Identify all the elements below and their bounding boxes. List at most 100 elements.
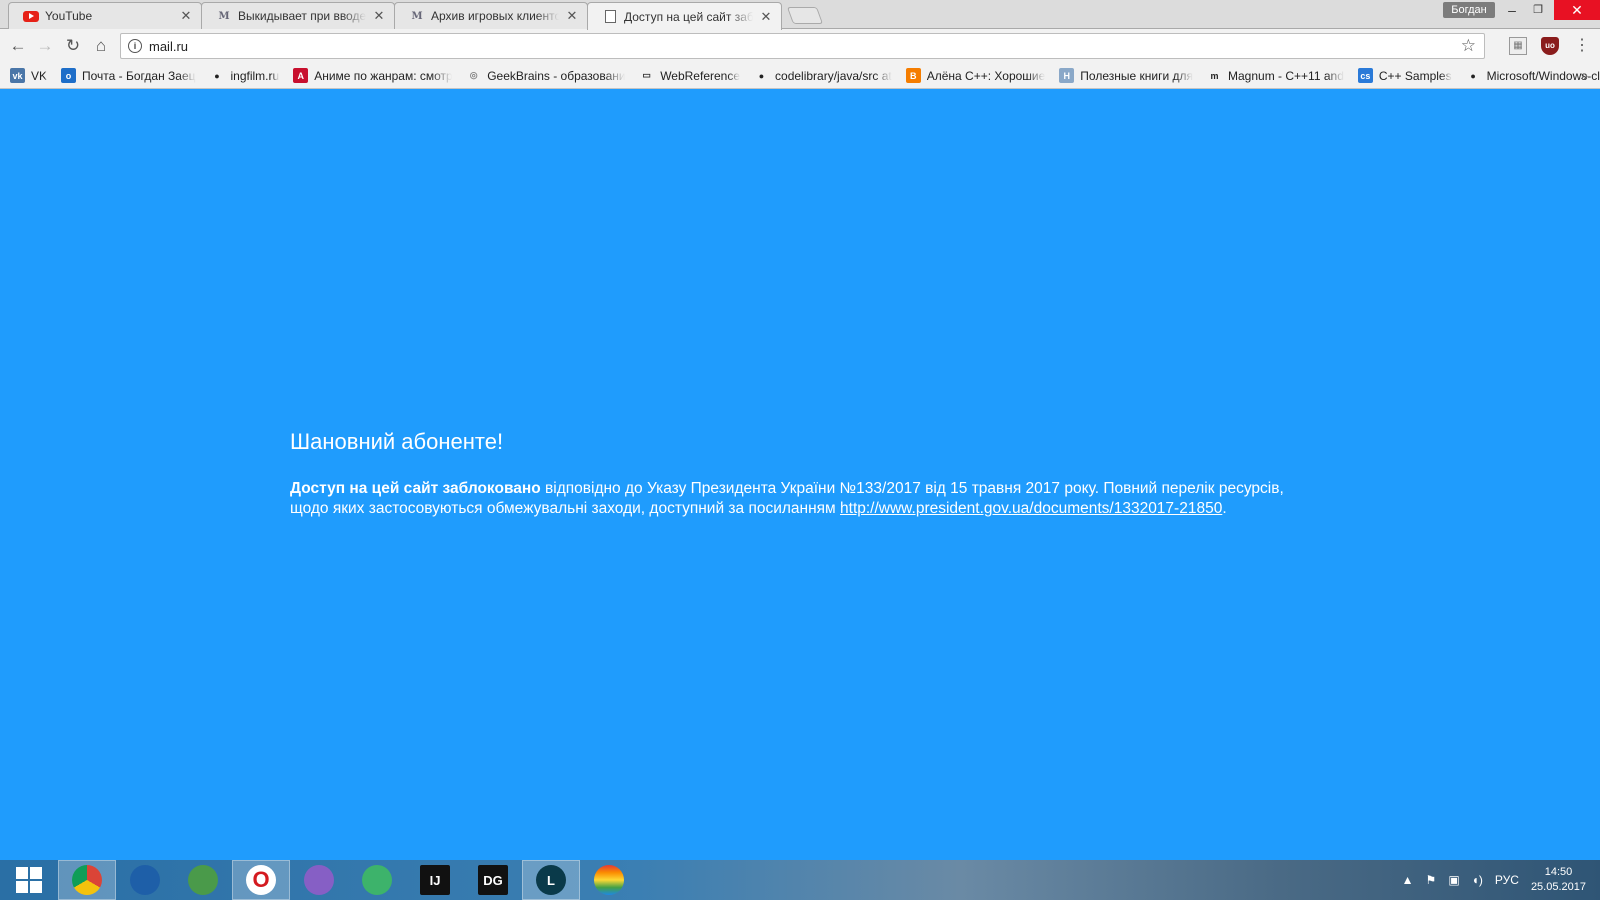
window-close-icon[interactable]: ✕ bbox=[1554, 0, 1600, 20]
cs-icon: cs bbox=[1357, 68, 1373, 83]
bookmark-label: codelibrary/java/src at bbox=[775, 68, 892, 83]
blogger-icon: B bbox=[905, 68, 921, 83]
taskbar-app-game[interactable] bbox=[580, 860, 638, 900]
url-text[interactable]: mail.ru bbox=[149, 39, 1461, 54]
taskbar-app-atom[interactable] bbox=[348, 860, 406, 900]
tab-strip: YouTube ✕ M Выкидывает при вводе ✕ M Арх… bbox=[0, 0, 1600, 30]
bookmark-label: WebReference bbox=[660, 68, 741, 83]
bookmark-item[interactable]: vk VK bbox=[10, 68, 47, 83]
bookmark-item[interactable]: A Аниме по жанрам: смотреть bbox=[293, 68, 452, 83]
ublock-shield-icon[interactable]: uo bbox=[1541, 37, 1559, 55]
tab-title: Выкидывает при вводе bbox=[238, 9, 366, 23]
tab-close-icon[interactable]: ✕ bbox=[565, 8, 579, 24]
bookmark-item[interactable]: ● codelibrary/java/src at bbox=[754, 68, 892, 83]
bookmark-item[interactable]: cs C++ Samples bbox=[1357, 68, 1452, 83]
github-icon: ● bbox=[1470, 70, 1476, 81]
bookmark-item[interactable]: ● ingfilm.ru bbox=[210, 68, 279, 83]
restore-icon[interactable]: ❐ bbox=[1523, 0, 1553, 20]
blocked-page: Шановний абоненте! Доступ на цей сайт за… bbox=[0, 89, 1600, 860]
bookmark-label: VK bbox=[31, 68, 48, 83]
taskbar-app-globe[interactable] bbox=[174, 860, 232, 900]
profile-button[interactable]: Богдан bbox=[1443, 2, 1495, 18]
atom-icon bbox=[362, 865, 392, 895]
bookmark-item[interactable]: B Алёна С++: Хорошие bbox=[905, 68, 1046, 83]
tab-close-icon[interactable]: ✕ bbox=[179, 8, 193, 24]
mail-icon: o bbox=[61, 68, 77, 83]
bookmark-item[interactable]: o Почта - Богдан Заец bbox=[61, 68, 196, 83]
taskbar-app-opera[interactable]: O bbox=[232, 860, 290, 900]
tab-title: YouTube bbox=[45, 9, 93, 23]
block-message: Доступ на цей сайт заблоковано відповідн… bbox=[290, 479, 1290, 519]
h-site-icon: H bbox=[1059, 68, 1075, 83]
tab-close-icon[interactable]: ✕ bbox=[759, 9, 773, 25]
taskbar-app-visual-studio[interactable] bbox=[290, 860, 348, 900]
firefox-icon bbox=[130, 865, 160, 895]
globe-icon bbox=[188, 865, 218, 895]
rainbow-icon bbox=[594, 865, 624, 895]
tab-arhiv[interactable]: M Архив игровых клиентов ✕ bbox=[394, 2, 588, 29]
tab-dostup[interactable]: Доступ на цей сайт заблоковано ✕ bbox=[587, 2, 782, 30]
bookmark-item[interactable]: ▭ WebReference bbox=[639, 68, 740, 83]
vk-icon: vk bbox=[10, 68, 25, 83]
clock-time: 14:50 bbox=[1544, 866, 1573, 878]
opera-icon: O bbox=[246, 865, 276, 895]
windows-taskbar: O IJ DG L ▲ ⚑ ▣ ◖) РУС 14:50 25.05.2017 bbox=[0, 860, 1600, 900]
block-message-end: . bbox=[1222, 500, 1227, 517]
windows-logo-icon bbox=[16, 867, 42, 893]
start-button[interactable] bbox=[0, 860, 58, 900]
menu-kebab-icon[interactable]: ⋮ bbox=[1574, 34, 1590, 58]
flag-icon[interactable]: ⚑ bbox=[1426, 873, 1437, 887]
datagrip-icon: DG bbox=[478, 865, 508, 895]
bookmark-label: C++ Samples bbox=[1378, 68, 1452, 83]
extension-puzzle-icon[interactable]: ▦ bbox=[1509, 37, 1527, 55]
new-tab-button[interactable] bbox=[786, 7, 824, 24]
tab-youtube[interactable]: YouTube ✕ bbox=[8, 2, 202, 29]
bookmark-item[interactable]: m Magnum - C++11 and bbox=[1207, 68, 1344, 83]
tab-title: Архив игровых клиентов bbox=[431, 9, 559, 23]
taskbar-app-firefox[interactable] bbox=[116, 860, 174, 900]
bookmark-label: GeekBrains - образование bbox=[487, 68, 626, 83]
chat-icon: ▭ bbox=[642, 70, 651, 80]
taskbar-apps: O IJ DG L bbox=[58, 860, 638, 900]
bookmarks-overflow-icon[interactable]: » bbox=[1580, 67, 1588, 83]
taskbar-app-intellij[interactable]: IJ bbox=[406, 860, 464, 900]
network-icon[interactable]: ▣ bbox=[1448, 873, 1459, 887]
reload-icon[interactable]: ↻ bbox=[61, 34, 85, 58]
github-icon: ● bbox=[758, 70, 765, 81]
back-arrow-icon[interactable]: ← bbox=[6, 34, 30, 58]
taskbar-app-chrome[interactable] bbox=[58, 860, 116, 900]
bookmark-label: Аниме по жанрам: смотреть bbox=[314, 68, 453, 83]
taskbar-app-datagrip[interactable]: DG bbox=[464, 860, 522, 900]
film-icon: ● bbox=[214, 70, 220, 81]
tab-vykidyvaet[interactable]: M Выкидывает при вводе ✕ bbox=[201, 2, 395, 29]
home-icon[interactable]: ⌂ bbox=[89, 34, 113, 58]
league-icon: L bbox=[536, 865, 566, 895]
tab-close-icon[interactable]: ✕ bbox=[372, 8, 386, 24]
taskbar-app-league-of-legends[interactable]: L bbox=[522, 860, 580, 900]
forward-arrow-icon[interactable]: → bbox=[33, 34, 57, 58]
browser-toolbar: ← → ↻ ⌂ i mail.ru ☆ ▦ uo ⋮ bbox=[0, 29, 1600, 63]
bookmarks-bar: vk VK o Почта - Богдан Заец ● ingfilm.ru A Аним… bbox=[0, 63, 1600, 89]
bookmark-item[interactable]: ◎ GeekBrains - образование bbox=[466, 68, 625, 83]
volume-icon[interactable]: ◖) bbox=[1472, 873, 1483, 887]
chrome-icon bbox=[72, 865, 102, 895]
bookmark-label: Алёна С++: Хорошие bbox=[926, 68, 1046, 83]
tray-expand-icon[interactable]: ▲ bbox=[1402, 873, 1414, 887]
system-tray: ▲ ⚑ ▣ ◖) РУС 14:50 25.05.2017 bbox=[1402, 860, 1600, 900]
block-message-bold: Доступ на цей сайт заблоковано bbox=[290, 480, 541, 497]
bookmark-item[interactable]: H Полезные книги для bbox=[1059, 68, 1193, 83]
language-indicator[interactable]: РУС bbox=[1495, 873, 1519, 887]
m-site-icon: M bbox=[218, 10, 230, 22]
m-site-icon: M bbox=[411, 10, 423, 22]
youtube-icon bbox=[23, 8, 39, 24]
address-bar[interactable]: i mail.ru ☆ bbox=[120, 33, 1485, 59]
magnum-icon: m bbox=[1210, 70, 1219, 81]
bookmark-label: Полезные книги для bbox=[1080, 68, 1194, 83]
clock-date: 25.05.2017 bbox=[1530, 881, 1586, 893]
bookmark-label: Magnum - C++11 and bbox=[1228, 68, 1344, 83]
info-icon[interactable]: i bbox=[128, 39, 142, 53]
decree-link[interactable]: http://www.president.gov.ua/documents/13… bbox=[840, 500, 1222, 517]
bookmark-star-icon[interactable]: ☆ bbox=[1461, 36, 1476, 56]
anime-icon: A bbox=[293, 68, 309, 83]
clock[interactable]: 14:50 25.05.2017 bbox=[1531, 865, 1586, 895]
